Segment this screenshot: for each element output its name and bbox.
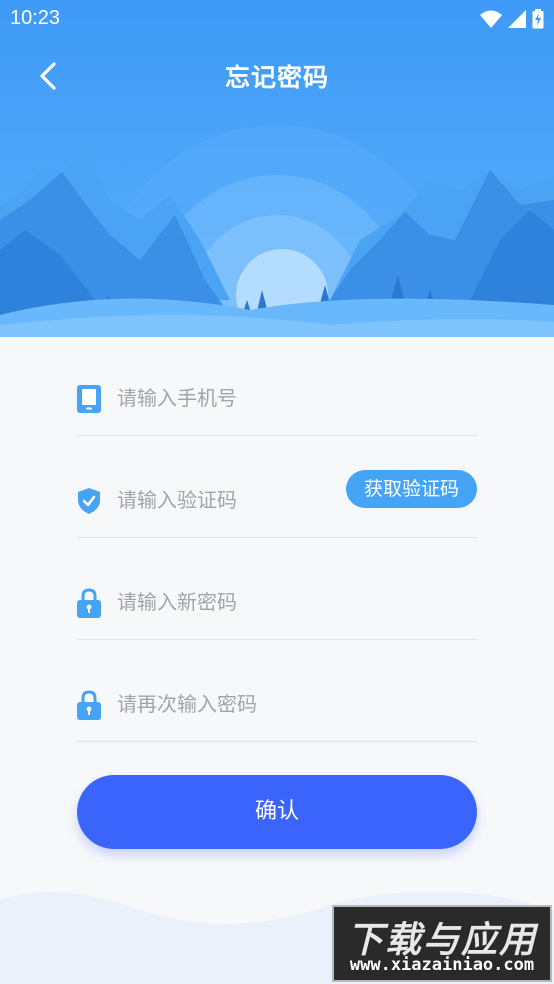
confirm-password-input[interactable] (117, 686, 357, 722)
confirm-password-field (77, 666, 477, 742)
status-time: 10:23 (10, 7, 61, 29)
battery-icon (532, 9, 544, 29)
wifi-icon (480, 10, 502, 28)
new-password-input[interactable] (117, 584, 357, 620)
nav-bar: 忘记密码 (0, 48, 554, 104)
watermark-url: www.xiazainiao.com (349, 955, 535, 975)
lock-icon (77, 588, 101, 618)
shield-check-icon (77, 486, 101, 516)
phone-icon (77, 384, 101, 414)
signal-icon (508, 10, 526, 28)
phone-input[interactable] (117, 380, 357, 416)
code-field: 获取验证码 (77, 462, 477, 538)
status-icons (480, 8, 544, 30)
phone-field (77, 360, 477, 436)
get-code-button[interactable]: 获取验证码 (346, 470, 477, 508)
page-title: 忘记密码 (224, 63, 329, 92)
watermark-logo: 下载与应用 www.xiazainiao.com (332, 905, 552, 982)
status-bar: 10:23 (0, 0, 554, 38)
new-password-field (77, 564, 477, 640)
confirm-button[interactable]: 确认 (77, 775, 477, 849)
lock-icon (77, 690, 101, 720)
code-input[interactable] (117, 482, 357, 518)
